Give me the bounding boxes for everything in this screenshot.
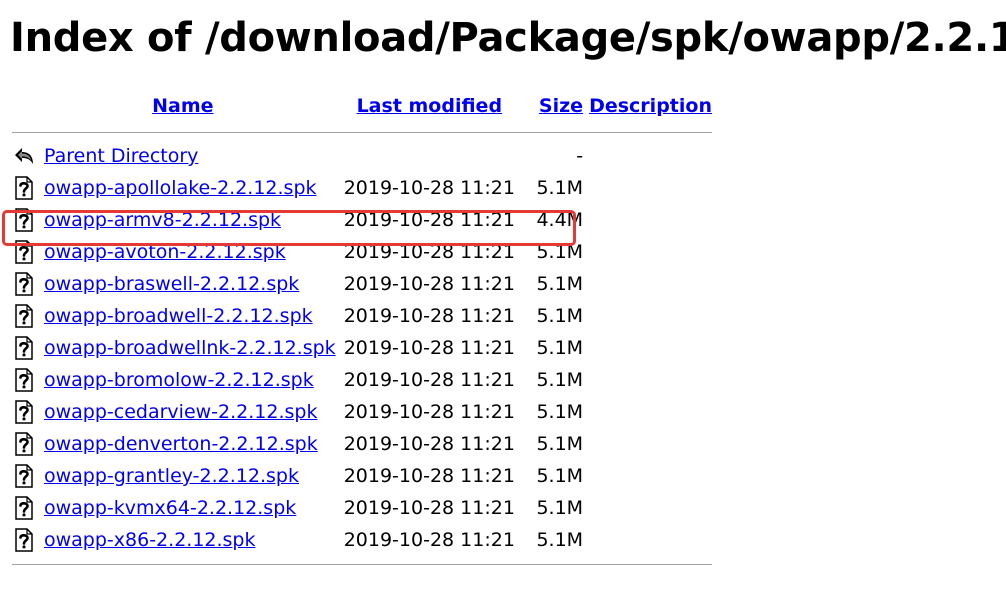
- description-cell: [583, 492, 712, 524]
- parent-modified-cell: [336, 140, 515, 172]
- last-modified-column-header: Last modified: [336, 88, 515, 124]
- unknown-file-icon: [12, 208, 36, 232]
- last-modified-cell: 2019-10-28 11:21: [343, 465, 515, 487]
- description-cell: [583, 268, 712, 300]
- back-arrow-icon: [12, 144, 36, 168]
- file-link[interactable]: owapp-broadwell-2.2.12.spk: [44, 305, 313, 327]
- file-row: owapp-bromolow-2.2.12.spk 2019-10-28 11:…: [12, 364, 712, 396]
- file-row: owapp-grantley-2.2.12.spk 2019-10-28 11:…: [12, 460, 712, 492]
- unknown-file-icon: [12, 304, 36, 328]
- sort-by-size-link[interactable]: Size: [539, 95, 583, 117]
- file-link[interactable]: owapp-x86-2.2.12.spk: [44, 529, 256, 551]
- last-modified-cell: 2019-10-28 11:21: [343, 305, 515, 327]
- last-modified-cell: 2019-10-28 11:21: [343, 529, 515, 551]
- size-cell: 5.1M: [536, 273, 584, 295]
- size-cell: 4.4M: [536, 209, 584, 231]
- last-modified-cell: 2019-10-28 11:21: [343, 433, 515, 455]
- file-link[interactable]: owapp-cedarview-2.2.12.spk: [44, 401, 317, 423]
- header-divider: [12, 131, 712, 133]
- footer-separator-row: [12, 556, 712, 572]
- description-cell: [583, 524, 712, 556]
- unknown-file-icon: [12, 240, 36, 264]
- unknown-file-icon: [12, 528, 36, 552]
- size-column-header: Size: [515, 88, 583, 124]
- unknown-file-icon: [12, 368, 36, 392]
- file-row: owapp-kvmx64-2.2.12.spk 2019-10-28 11:21…: [12, 492, 712, 524]
- description-cell: [583, 204, 712, 236]
- unknown-file-icon: [12, 336, 36, 360]
- icon-column-header: [12, 88, 44, 124]
- unknown-file-icon: [12, 272, 36, 296]
- file-link[interactable]: owapp-braswell-2.2.12.spk: [44, 273, 299, 295]
- description-cell: [583, 428, 712, 460]
- unknown-file-icon: [12, 432, 36, 456]
- last-modified-cell: 2019-10-28 11:21: [343, 401, 515, 423]
- description-column-header: Description: [583, 88, 712, 124]
- file-row: owapp-braswell-2.2.12.spk 2019-10-28 11:…: [12, 268, 712, 300]
- sort-by-last-modified-link[interactable]: Last modified: [357, 95, 502, 117]
- parent-directory-link[interactable]: Parent Directory: [44, 145, 198, 167]
- file-link[interactable]: owapp-bromolow-2.2.12.spk: [44, 369, 314, 391]
- size-cell: 5.1M: [536, 465, 584, 487]
- file-row: owapp-x86-2.2.12.spk 2019-10-28 11:21 5.…: [12, 524, 712, 556]
- unknown-file-icon: [12, 400, 36, 424]
- file-link[interactable]: owapp-apollolake-2.2.12.spk: [44, 177, 317, 199]
- size-cell: 5.1M: [536, 305, 584, 327]
- parent-size-cell: -: [576, 145, 584, 167]
- size-cell: 5.1M: [536, 241, 584, 263]
- unknown-file-icon: [12, 464, 36, 488]
- last-modified-cell: 2019-10-28 11:21: [343, 337, 515, 359]
- file-listing-table: Name Last modified Size Description Pare…: [12, 88, 712, 572]
- file-link[interactable]: owapp-avoton-2.2.12.spk: [44, 241, 286, 263]
- file-row: owapp-cedarview-2.2.12.spk 2019-10-28 11…: [12, 396, 712, 428]
- last-modified-cell: 2019-10-28 11:21: [343, 273, 515, 295]
- description-cell: [583, 364, 712, 396]
- unknown-file-icon: [12, 176, 36, 200]
- last-modified-cell: 2019-10-28 11:21: [343, 177, 515, 199]
- description-cell: [583, 460, 712, 492]
- last-modified-cell: 2019-10-28 11:21: [343, 369, 515, 391]
- file-row: owapp-broadwell-2.2.12.spk 2019-10-28 11…: [12, 300, 712, 332]
- description-cell: [583, 172, 712, 204]
- parent-directory-row: Parent Directory -: [12, 140, 712, 172]
- sort-by-description-link[interactable]: Description: [589, 95, 712, 117]
- size-cell: 5.1M: [536, 529, 584, 551]
- size-cell: 5.1M: [536, 401, 584, 423]
- file-link[interactable]: owapp-denverton-2.2.12.spk: [44, 433, 318, 455]
- description-cell: [583, 396, 712, 428]
- size-cell: 5.1M: [536, 337, 584, 359]
- file-link[interactable]: owapp-broadwellnk-2.2.12.spk: [44, 337, 336, 359]
- description-cell: [583, 300, 712, 332]
- size-cell: 5.1M: [536, 497, 584, 519]
- header-separator-row: [12, 124, 712, 140]
- file-link[interactable]: owapp-grantley-2.2.12.spk: [44, 465, 299, 487]
- file-row: owapp-armv8-2.2.12.spk 2019-10-28 11:21 …: [12, 204, 712, 236]
- page-title: Index of /download/Package/spk/owapp/2.2…: [10, 15, 1006, 61]
- size-cell: 5.1M: [536, 433, 584, 455]
- header-row: Name Last modified Size Description: [12, 88, 712, 124]
- file-row: owapp-apollolake-2.2.12.spk 2019-10-28 1…: [12, 172, 712, 204]
- last-modified-cell: 2019-10-28 11:21: [343, 209, 515, 231]
- description-cell: [583, 332, 712, 364]
- sort-by-name-link[interactable]: Name: [152, 95, 213, 117]
- size-cell: 5.1M: [536, 369, 584, 391]
- file-row: owapp-broadwellnk-2.2.12.spk 2019-10-28 …: [12, 332, 712, 364]
- file-row: owapp-denverton-2.2.12.spk 2019-10-28 11…: [12, 428, 712, 460]
- file-link[interactable]: owapp-armv8-2.2.12.spk: [44, 209, 281, 231]
- last-modified-cell: 2019-10-28 11:21: [343, 241, 515, 263]
- file-link[interactable]: owapp-kvmx64-2.2.12.spk: [44, 497, 296, 519]
- footer-divider: [12, 563, 712, 565]
- name-column-header: Name: [44, 88, 336, 124]
- parent-description-cell: [583, 140, 712, 172]
- description-cell: [583, 236, 712, 268]
- size-cell: 5.1M: [536, 177, 584, 199]
- unknown-file-icon: [12, 496, 36, 520]
- last-modified-cell: 2019-10-28 11:21: [343, 497, 515, 519]
- file-row: owapp-avoton-2.2.12.spk 2019-10-28 11:21…: [12, 236, 712, 268]
